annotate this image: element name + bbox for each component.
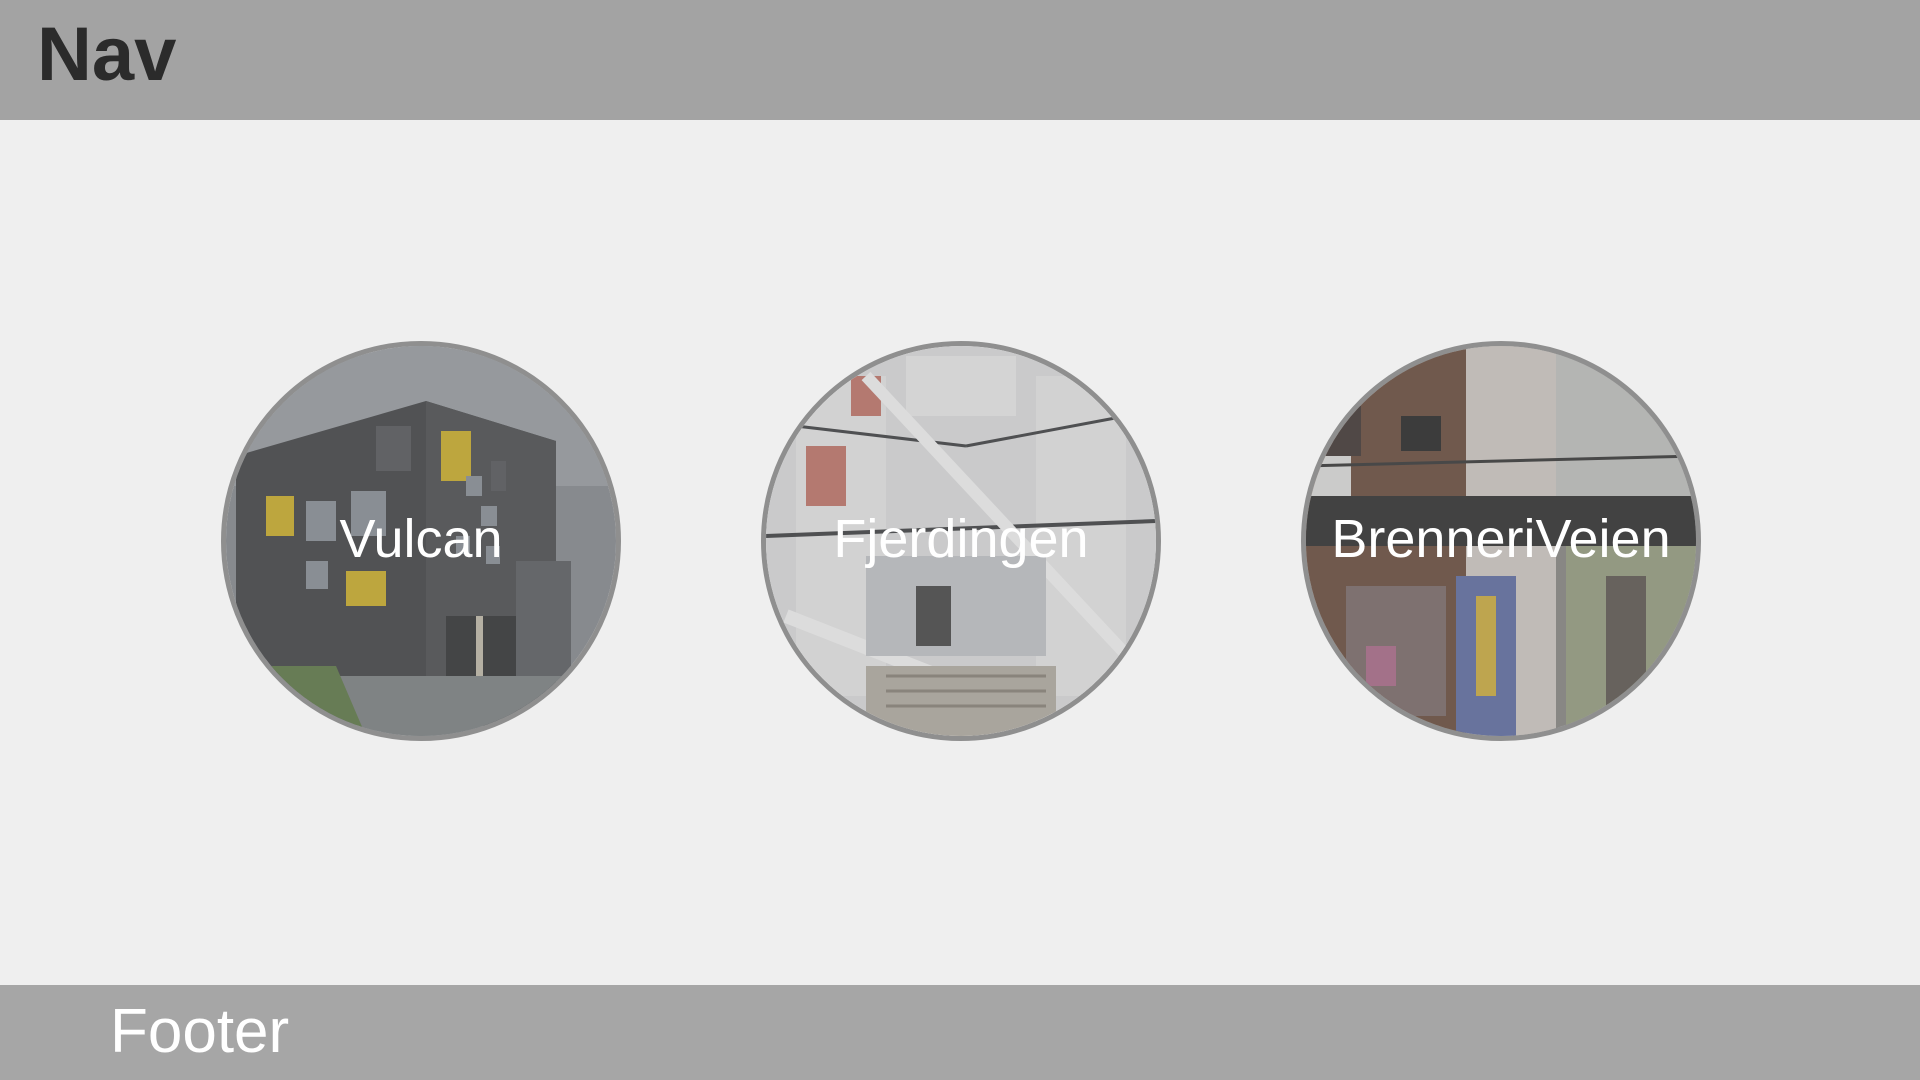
nav-title[interactable]: Nav [37,12,176,98]
location-card-fjerdingen[interactable]: Fjerdingen [761,341,1161,741]
location-card-brenneriveien[interactable]: BrenneriVeien [1301,341,1701,741]
location-label-vulcan: Vulcan [339,509,503,569]
location-label-brenneriveien: BrenneriVeien [1331,509,1671,569]
location-card-vulcan[interactable]: Vulcan [221,341,621,741]
location-label-fjerdingen: Fjerdingen [833,509,1089,569]
nav-bar: Nav [0,0,1920,120]
footer-bar: Footer [0,985,1920,1080]
main-content: Vulcan Fjerdingen BrenneriVeien [0,120,1920,985]
footer-text: Footer [110,997,290,1066]
